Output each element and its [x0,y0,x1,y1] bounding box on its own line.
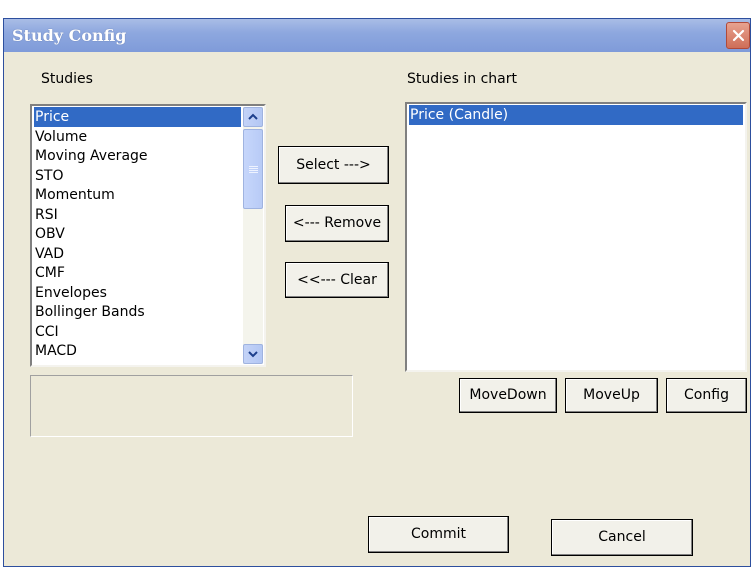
list-item[interactable]: Momentum [34,185,241,205]
list-item[interactable]: Envelopes [34,283,241,303]
select-button[interactable]: Select ---> [278,146,389,184]
list-item[interactable]: Volume [34,127,241,147]
list-item[interactable]: VAD [34,244,241,264]
description-panel [30,375,353,437]
list-item[interactable]: CCI [34,322,241,342]
clear-button[interactable]: <<--- Clear [285,262,389,298]
chevron-up-icon [248,113,258,120]
window-title: Study Config [12,26,127,45]
studies-label: Studies [41,71,93,87]
scroll-down-button[interactable] [243,344,263,364]
title-bar: Study Config [4,19,750,52]
studies-in-chart-listbox[interactable]: Price (Candle) [405,102,747,372]
studies-in-chart-label: Studies in chart [407,71,517,87]
commit-button[interactable]: Commit [368,516,509,553]
move-up-button[interactable]: MoveUp [565,378,658,413]
list-item[interactable]: OBV [34,224,241,244]
config-button[interactable]: Config [666,378,747,413]
remove-button[interactable]: <--- Remove [285,205,389,242]
close-button[interactable] [726,22,750,49]
list-item[interactable]: STO [34,166,241,186]
cancel-button[interactable]: Cancel [551,519,693,556]
list-item[interactable]: Moving Average [34,146,241,166]
study-config-dialog: Study Config Studies Studies in chart Pr… [3,18,751,567]
studies-listbox[interactable]: Price Volume Moving Average STO Momentum RSI O… [30,104,266,367]
scroll-thumb[interactable] [243,129,263,209]
chevron-down-icon [248,351,258,358]
scroll-up-button[interactable] [243,107,263,127]
list-item[interactable]: RSI [34,205,241,225]
list-item[interactable]: Price (Candle) [409,105,743,125]
move-down-button[interactable]: MoveDown [459,378,557,413]
list-item[interactable]: MACD [34,341,241,361]
close-icon [732,29,745,42]
list-item[interactable]: Price [34,107,241,127]
list-item[interactable]: Bollinger Bands [34,302,241,322]
studies-scrollbar[interactable] [243,107,263,364]
list-item[interactable]: CMF [34,263,241,283]
